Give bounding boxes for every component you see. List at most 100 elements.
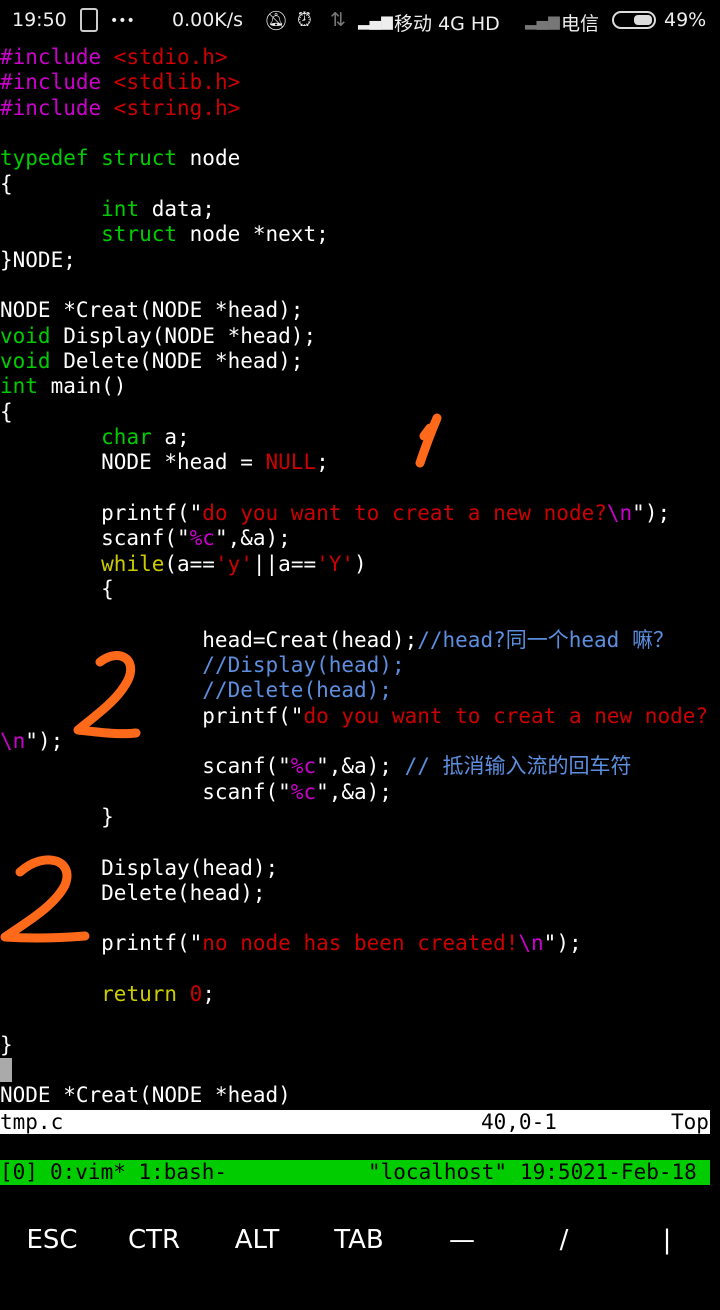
mute-bell-icon: 🔕︎ (264, 10, 289, 32)
code-token: \n (606, 500, 633, 525)
code-token: %c (189, 526, 215, 551)
code-line: void Display(NODE *head); (0, 324, 720, 349)
code-token: 'y' (214, 551, 253, 576)
vim-filename: tmp.c (0, 1110, 64, 1134)
signal-icon: ▂▄▆ (358, 12, 393, 30)
code-line: printf("do you want to creat a new node? (0, 704, 720, 729)
code-token: NULL (265, 450, 317, 475)
code-token: ",&a); (316, 754, 405, 779)
code-token: Delete(head); (0, 880, 266, 905)
code-token: %c (290, 779, 317, 804)
tmux-session: [0] (0, 1160, 38, 1184)
alt-key[interactable]: ALT (212, 1225, 302, 1255)
code-token: //Delete(head); (202, 678, 392, 703)
code-line: } (0, 1033, 720, 1058)
code-token: <stdio.h> (113, 45, 228, 69)
code-line: int main() (0, 374, 720, 399)
pipe-key[interactable]: | (622, 1225, 712, 1255)
code-line: printf("do you want to creat a new node?… (0, 501, 720, 526)
code-token: { (0, 576, 114, 601)
code-line: typedef struct node (0, 146, 720, 171)
tab-key[interactable]: TAB (314, 1225, 404, 1255)
battery-percent: 49% (664, 9, 707, 31)
code-token: { (0, 399, 13, 424)
vim-editor-buffer[interactable]: #include <stdio.h> #include <stdlib.h> #in… (0, 45, 720, 1109)
code-token: // 抵消输入流的回车符 (404, 754, 632, 779)
code-token: scanf(" (0, 526, 190, 551)
dash-key[interactable]: — (417, 1225, 507, 1255)
code-token: int (0, 374, 38, 399)
esc-key[interactable]: ESC (7, 1225, 97, 1255)
code-token: ; (202, 982, 215, 1007)
tmux-windows[interactable]: 0:vim* 1:bash- (50, 1160, 227, 1185)
code-line: NODE *Creat(NODE *head); (0, 298, 720, 323)
vim-cursor-position: 40,0-1 (481, 1110, 557, 1134)
code-token: ||a== (252, 551, 317, 576)
battery-icon (612, 11, 656, 29)
code-token: NODE *Creat(NODE *head) (0, 1083, 291, 1108)
code-token: #include (0, 45, 114, 69)
code-token: "); (543, 931, 582, 956)
code-token: scanf(" (0, 754, 291, 779)
code-token: printf(" (0, 703, 304, 728)
code-token: while (101, 551, 165, 576)
code-line: struct node *next; (0, 222, 720, 247)
signal-weak-icon: ▂▄▆ (525, 12, 560, 30)
net-speed: 0.00K/s (172, 9, 244, 31)
code-token: <stdlib.h> (113, 70, 241, 95)
extra-keys-row: ESC CTR ALT TAB — / | (0, 1205, 720, 1280)
code-line: int data; (0, 197, 720, 222)
code-token: } (0, 804, 114, 829)
code-line: }NODE; (0, 248, 720, 273)
code-token: 0 (189, 982, 203, 1007)
code-token: ; (316, 450, 329, 475)
code-line: //Delete(head); (0, 678, 720, 703)
code-token: \n (0, 728, 26, 753)
code-token: { (0, 171, 13, 196)
code-line: scanf("%c",&a); // 抵消输入流的回车符 (0, 754, 720, 779)
code-token: <string.h> (113, 95, 241, 120)
code-token: NODE *Creat(NODE *head); (0, 298, 304, 323)
code-token: ",&a); (214, 526, 291, 551)
code-token: (a== (164, 551, 215, 576)
code-line: { (0, 400, 720, 425)
code-token: node *next; (177, 222, 329, 247)
code-token: scanf(" (0, 779, 291, 804)
code-token: 'Y' (316, 551, 355, 576)
code-token: //Display(head); (202, 652, 405, 677)
code-line: scanf("%c",&a); (0, 780, 720, 805)
code-token: head=Creat(head); (0, 627, 418, 652)
code-token: } (0, 1032, 13, 1057)
code-token: char (101, 424, 152, 449)
code-token: Display(NODE *head); (50, 323, 317, 348)
code-token: "); (632, 500, 671, 525)
code-token: //head?同一个head 嘛？ (417, 627, 674, 652)
code-token: Display(head); (0, 855, 279, 880)
code-token: void (0, 323, 51, 348)
code-token: return (101, 982, 178, 1007)
code-token: %c (290, 754, 317, 779)
code-token: #include (0, 95, 114, 120)
alarm-icon: ⏰︎ (297, 9, 312, 31)
slash-key[interactable]: / (519, 1225, 609, 1255)
code-line: return 0; (0, 982, 720, 1007)
code-line: #include <string.h> (0, 96, 720, 121)
code-token: ",&a); (316, 779, 392, 804)
ctrl-key[interactable]: CTR (109, 1225, 199, 1255)
carrier-1: 移动 4G HD (394, 13, 500, 35)
code-token: do you want to creat a new node? (303, 703, 709, 728)
